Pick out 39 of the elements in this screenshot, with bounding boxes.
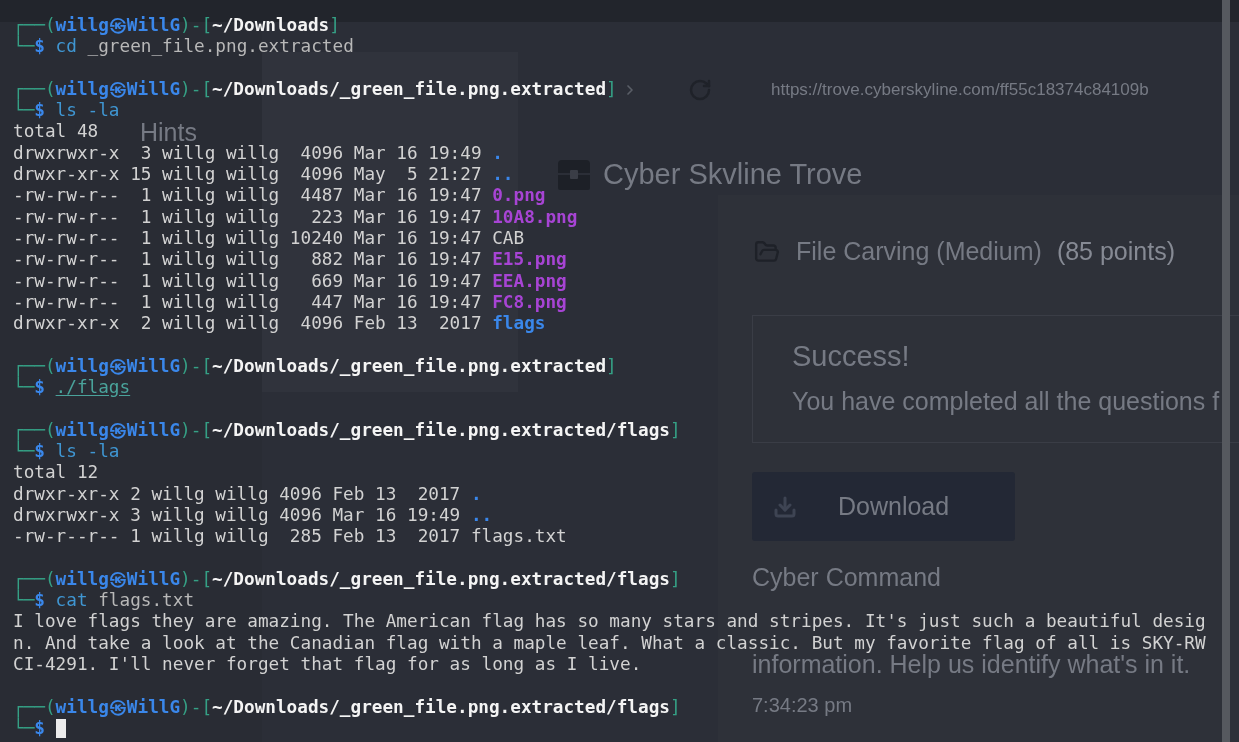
listing-row: -rw-rw-r-- 1 willg willg 223 Mar 16 19:47 10A8.png — [13, 206, 578, 228]
output-line: total 48 — [13, 121, 99, 143]
timestamp: 7:34:23 pm — [752, 694, 853, 716]
section-title: Cyber Command — [752, 562, 941, 592]
alert-message: You have completed all the questions f — [792, 387, 1220, 415]
prompt-marker: └─$ — [13, 717, 45, 740]
listing-row: drwxrwxr-x 3 willg willg 4096 Mar 16 19:49 .. — [13, 504, 493, 527]
listing-row: -rw-rw-r-- 1 willg willg 447 Mar 16 19:47 FC8.png — [13, 291, 567, 314]
command-line: └─$ ls -la — [13, 440, 120, 463]
challenge-title: File Carving (Medium) — [796, 236, 1042, 268]
prompt-line: ┌──(willg㉿WillG)-[~/Downloads] — [13, 15, 340, 36]
points-label: (85 points) — [1056, 236, 1175, 268]
prompt-line: ┌──(willg㉿WillG)-[~/Downloads/_green_file.png.extracted/flags] — [13, 419, 681, 441]
listing-row: -rw-rw-r-- 1 willg willg 669 Mar 16 19:47 EEA.png — [13, 270, 567, 292]
command-line: └─$ cat flags.txt — [13, 590, 195, 612]
output-line: total 12 — [13, 462, 99, 484]
site-title: Cyber Skvline Trove — [603, 157, 863, 193]
download-icon — [773, 494, 797, 519]
listing-row: -rw-rw-r-- 1 willg willg 10240 Mar 16 19:47 CAB — [13, 227, 525, 250]
listing-row: drwxr-xr-x 2 willg willg 4096 Feb 13 2017 flags — [13, 313, 546, 335]
listing-row: -rw-r--r-- 1 willg willg 285 Feb 13 2017 flags.txt — [13, 526, 567, 548]
prompt-line: ┌──(willg㉿WillG)-[~/Downloads/_green_file.png.extracted] — [13, 78, 617, 100]
scrollbar-thumb[interactable] — [1222, 0, 1230, 742]
listing-row: -rw-rw-r-- 1 willg willg 882 Mar 16 19:47 E15.png — [13, 249, 567, 271]
output-line: CI-4291. I'll never forget that flag for as long as I live. — [13, 653, 642, 676]
command-line: └─$ cd _green_file.png.extracted — [13, 36, 354, 58]
output-line: I love flags they are amazing. The American flag has so many stars and stripes. It's just such a beautiful desig — [13, 611, 1206, 633]
prompt-line: ┌──(willg㉿WillG)-[~/Downloads/_green_file.png.extracted/flags] — [13, 568, 681, 590]
listing-row: -rw-rw-r-- 1 willg willg 4487 Mar 16 19:47 0.png — [13, 185, 546, 207]
download-button[interactable]: Download — [752, 472, 1015, 541]
listing-row: drwxr-xr-x 2 willg willg 4096 Feb 13 2017 . — [13, 483, 482, 505]
prompt-line: ┌──(willg㉿WillG)-[~/Downloads/_green_file.png.extracted/flags] — [13, 696, 681, 718]
command-line: └─$ ls -la — [13, 100, 120, 122]
listing-row: drwxr-xr-x 15 willg willg 4096 May 5 21:27 .. — [13, 164, 514, 186]
command-line: └─$ ./flags — [13, 377, 131, 399]
prompt-line: ┌──(willg㉿WillG)-[~/Downloads/_green_file.png.extracted] — [13, 355, 617, 377]
chest-icon — [557, 159, 591, 191]
alert-title: Success! — [792, 339, 910, 373]
url-text[interactable]: https://trove.cyberskyline.com/ff55c18374c84109b — [771, 77, 1149, 103]
